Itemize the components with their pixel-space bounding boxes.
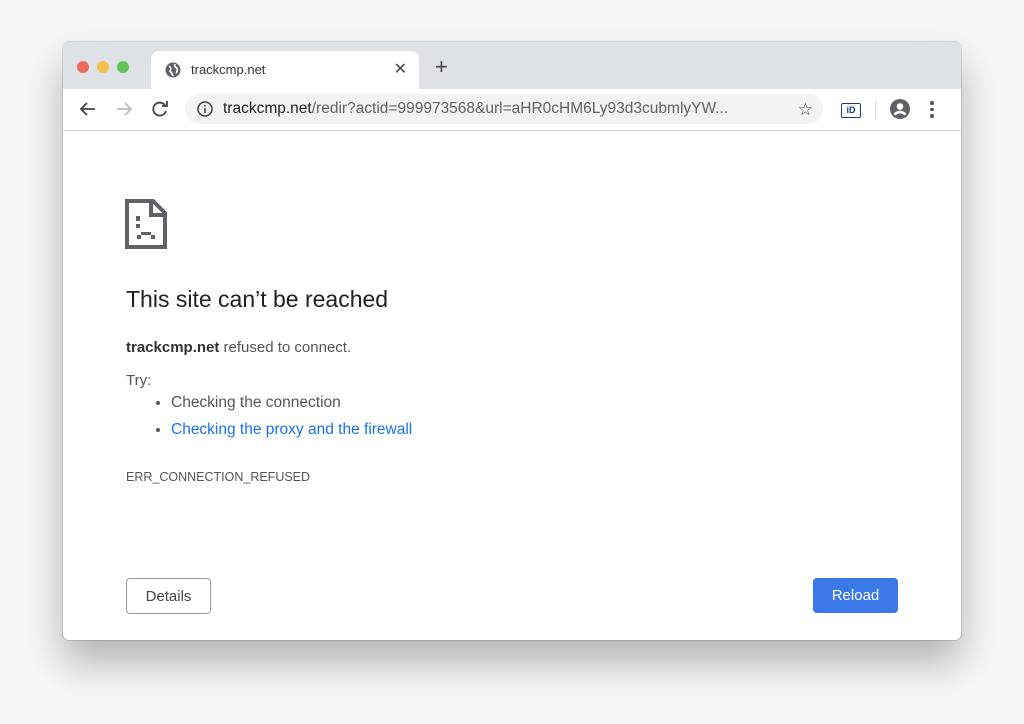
- error-host: trackcmp.net: [126, 339, 220, 356]
- reload-button[interactable]: Reload: [813, 578, 898, 613]
- suggestions-list: Checking the connection Checking the pro…: [126, 389, 412, 443]
- new-tab-button[interactable]: +: [435, 56, 448, 78]
- tab-title: trackcmp.net: [191, 62, 266, 77]
- minimize-window-button[interactable]: [97, 61, 109, 73]
- address-bar[interactable]: trackcmp.net/redir?actid=999973568&url=a…: [185, 94, 823, 124]
- url-path: /redir?actid=999973568&url=aHR0cHM6Ly93d…: [311, 100, 729, 117]
- browser-window: trackcmp.net ✕ + trackcmp.net/redir?acti…: [63, 42, 961, 640]
- bookmark-star-icon[interactable]: ☆: [798, 100, 813, 120]
- maximize-window-button[interactable]: [117, 61, 129, 73]
- forward-icon[interactable]: [113, 98, 135, 120]
- suggestion-item: Checking the proxy and the firewall: [171, 416, 412, 443]
- url-domain: trackcmp.net: [223, 100, 312, 117]
- close-window-button[interactable]: [77, 61, 89, 73]
- toolbar-divider: [875, 101, 876, 119]
- extension-id-icon[interactable]: iD: [841, 103, 861, 118]
- error-page: This site can’t be reached trackcmp.net …: [63, 131, 961, 640]
- sad-page-icon: [125, 199, 167, 249]
- error-code: ERR_CONNECTION_REFUSED: [126, 470, 311, 484]
- tab-active[interactable]: trackcmp.net ✕: [151, 51, 419, 89]
- globe-icon: [165, 62, 181, 78]
- error-heading: This site can’t be reached: [126, 286, 389, 312]
- proxy-firewall-link[interactable]: Checking the proxy and the firewall: [171, 421, 412, 438]
- back-icon[interactable]: [77, 98, 99, 120]
- try-label: Try:: [126, 372, 152, 389]
- tab-bar: trackcmp.net ✕ +: [63, 42, 961, 89]
- info-icon[interactable]: [197, 101, 213, 117]
- profile-avatar-icon[interactable]: [890, 99, 910, 119]
- url-text[interactable]: trackcmp.net/redir?actid=999973568&url=a…: [223, 100, 728, 118]
- suggestion-item: Checking the connection: [171, 389, 412, 416]
- toolbar: trackcmp.net/redir?actid=999973568&url=a…: [63, 89, 961, 131]
- error-message-text: refused to connect.: [219, 339, 352, 356]
- details-button[interactable]: Details: [126, 578, 211, 614]
- reload-icon[interactable]: [149, 98, 171, 120]
- menu-kebab-icon[interactable]: [929, 99, 935, 119]
- error-message: trackcmp.net refused to connect.: [126, 339, 351, 356]
- close-tab-icon[interactable]: ✕: [394, 59, 407, 79]
